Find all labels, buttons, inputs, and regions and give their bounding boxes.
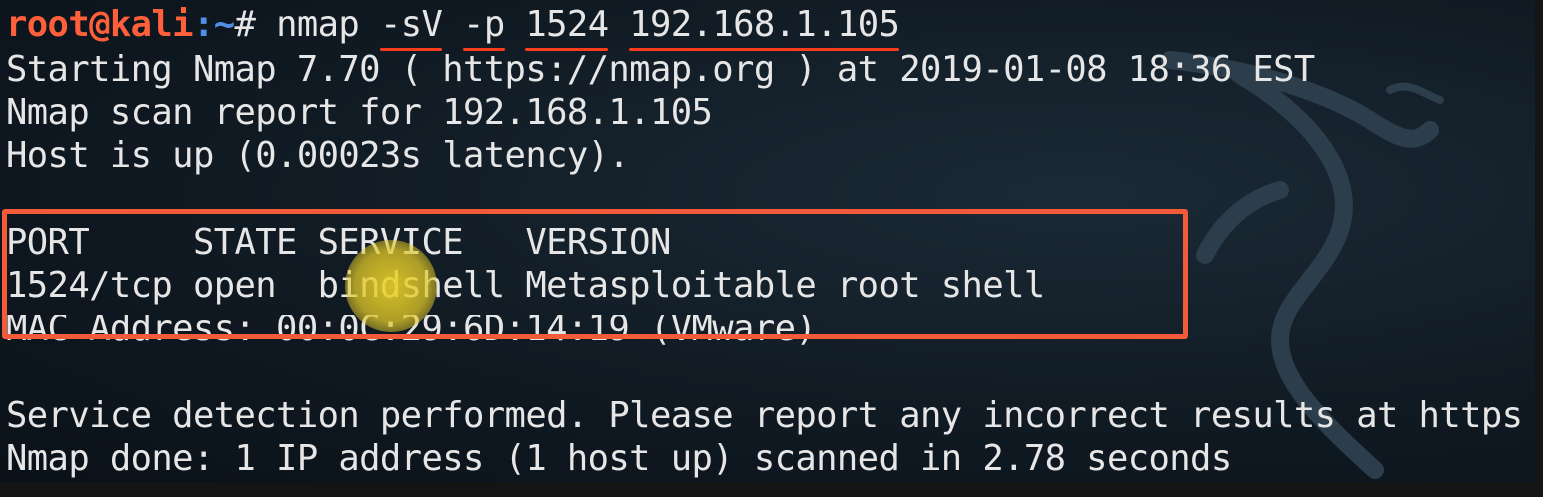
command-host: 192.168.1.105 [629,4,900,45]
command-port: 1524 [525,4,609,45]
prompt-user: root@kali [6,4,194,45]
output-line: Nmap scan report for 192.168.1.105 [6,92,713,133]
prompt-path: :~ [192,4,235,45]
output-line: Nmap done: 1 IP address (1 host up) scan… [6,438,1232,479]
command-line[interactable]: root@kali:~# nmap -sV -p 1524 192.168.1.… [6,3,900,46]
command-name: nmap [276,4,360,45]
flag-sv: -sV [379,4,443,45]
prompt-symbol: # [234,4,277,45]
annotation-box [2,209,1188,339]
flag-p: -p [463,4,505,45]
mouse-cursor-highlight [345,240,437,332]
output-line: Starting Nmap 7.70 ( https://nmap.org ) … [6,49,1315,90]
window-border [1535,0,1543,497]
terminal-window[interactable]: root@kali:~# nmap -sV -p 1524 192.168.1.… [0,0,1535,482]
output-line: Service detection performed. Please repo… [6,395,1523,436]
window-border [0,482,1543,497]
output-line: Host is up (0.00023s latency). [6,135,630,176]
